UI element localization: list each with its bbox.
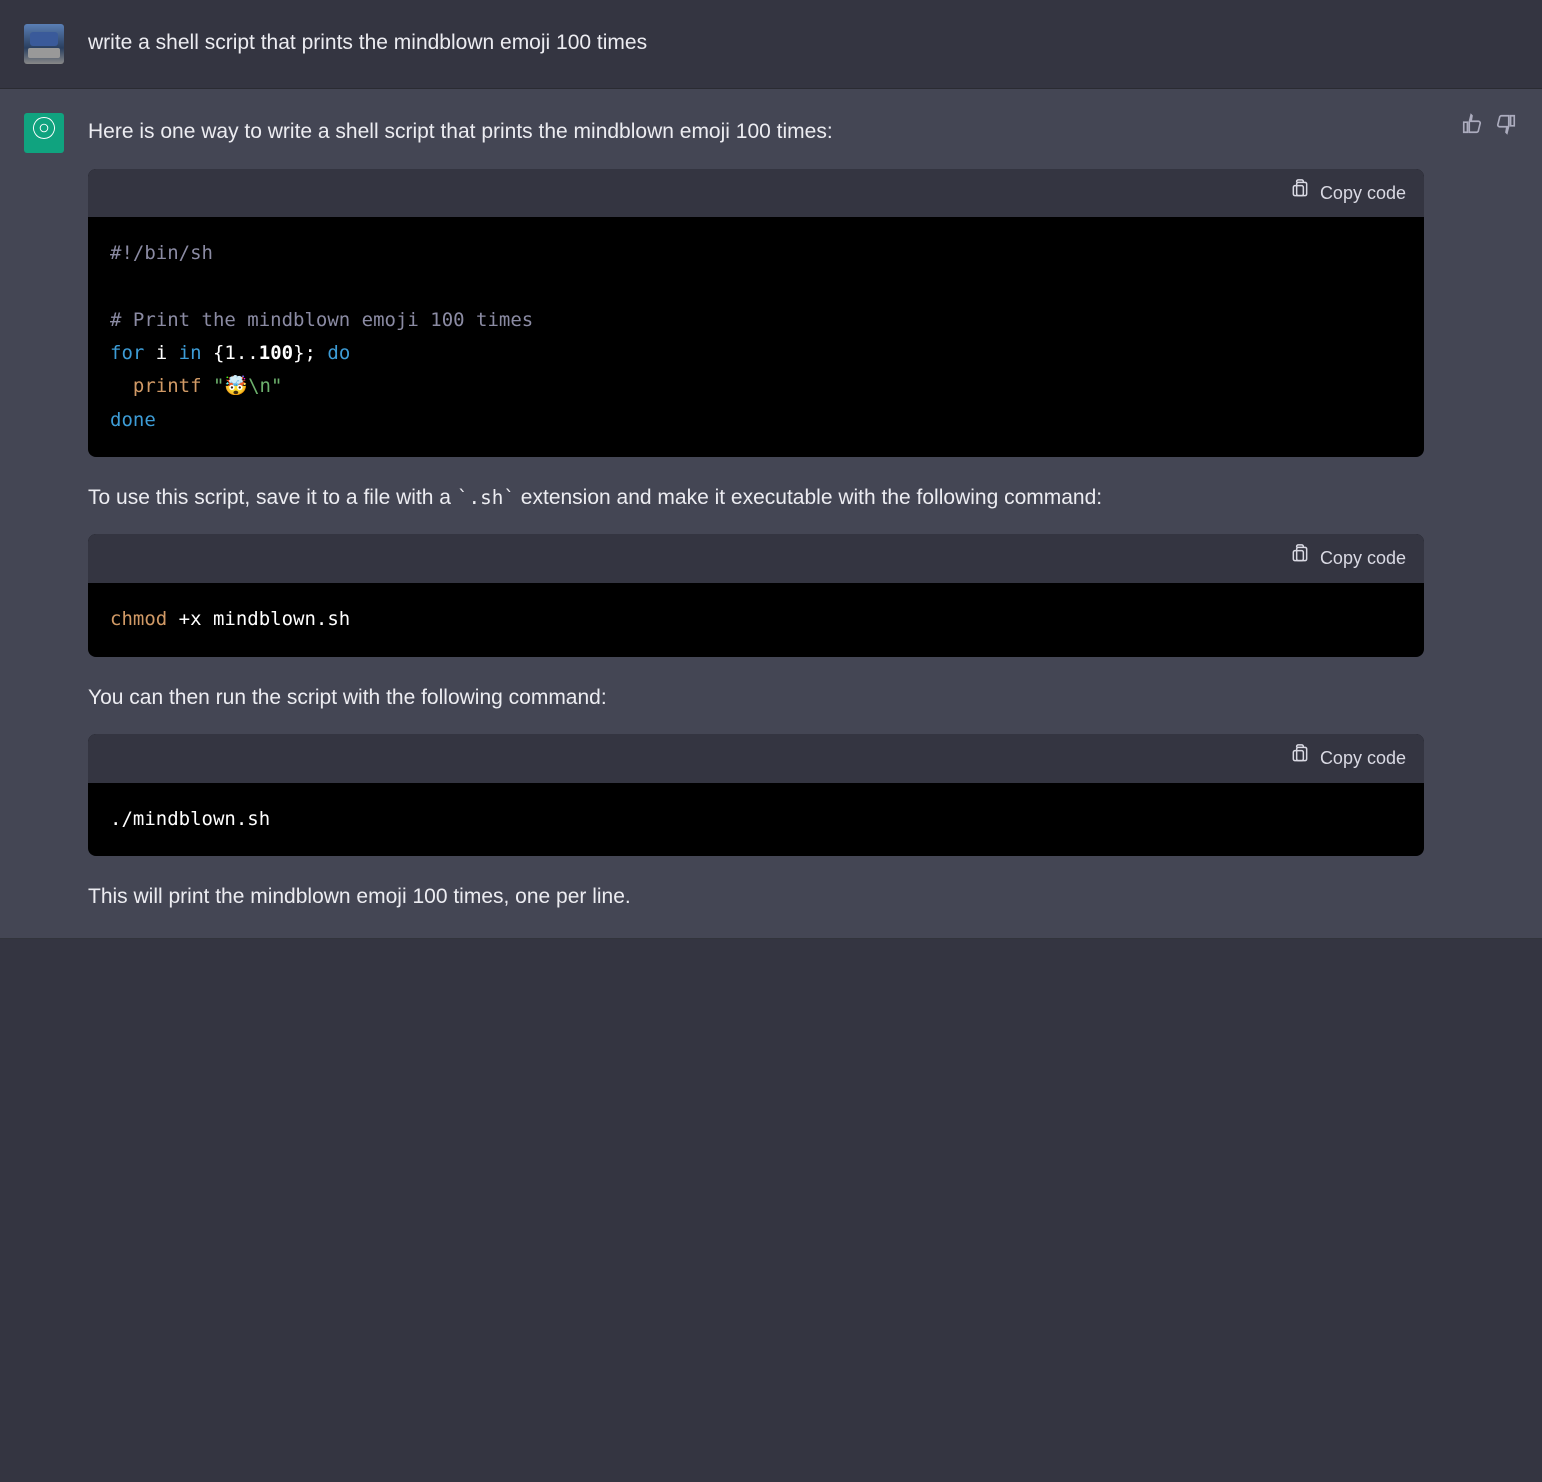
code-keyword-in: in — [179, 342, 202, 364]
copy-code-button[interactable]: Copy code — [1290, 544, 1406, 573]
code-range-close: }; — [293, 342, 327, 364]
code-shebang: #!/bin/sh — [110, 242, 213, 264]
para1-part-a: To use this script, save it to a file wi… — [88, 486, 457, 509]
code-keyword-for: for — [110, 342, 144, 364]
code-run-cmd: ./mindblown.sh — [110, 808, 270, 830]
code-block-run: Copy code ./mindblown.sh — [88, 734, 1424, 856]
user-message: write a shell script that prints the min… — [0, 0, 1542, 89]
para1-part-b: extension and make it executable with th… — [515, 486, 1102, 509]
thumbs-up-icon — [1461, 112, 1483, 146]
clipboard-icon — [1290, 544, 1310, 573]
assistant-para-2: You can then run the script with the fol… — [88, 681, 1424, 715]
code-content: chmod +x mindblown.sh — [88, 583, 1424, 656]
code-string-open: " — [202, 375, 225, 397]
user-prompt: write a shell script that prints the min… — [88, 26, 1518, 60]
code-block-chmod: Copy code chmod +x mindblown.sh — [88, 534, 1424, 656]
code-block-script: Copy code #!/bin/sh # Print the mindblow… — [88, 169, 1424, 457]
code-cmd-chmod: chmod — [110, 608, 167, 630]
copy-code-label: Copy code — [1320, 179, 1406, 208]
openai-logo-icon — [31, 115, 57, 152]
code-header: Copy code — [88, 734, 1424, 783]
code-content: #!/bin/sh # Print the mindblown emoji 10… — [88, 217, 1424, 457]
code-comment: # Print the mindblown emoji 100 times — [110, 309, 533, 331]
thumbs-up-button[interactable] — [1460, 117, 1484, 141]
clipboard-icon — [1290, 179, 1310, 208]
code-keyword-done: done — [110, 409, 156, 431]
assistant-intro: Here is one way to write a shell script … — [88, 115, 1424, 149]
assistant-message: Here is one way to write a shell script … — [0, 89, 1542, 939]
thumbs-down-icon — [1495, 112, 1517, 146]
inline-code-sh: `.sh` — [457, 486, 515, 509]
code-keyword-do: do — [327, 342, 350, 364]
code-builtin-printf: printf — [110, 375, 202, 397]
feedback-buttons — [1460, 113, 1518, 914]
copy-code-button[interactable]: Copy code — [1290, 179, 1406, 208]
assistant-avatar — [24, 113, 64, 153]
assistant-para-1: To use this script, save it to a file wi… — [88, 481, 1424, 515]
code-content: ./mindblown.sh — [88, 783, 1424, 856]
copy-code-label: Copy code — [1320, 544, 1406, 573]
user-avatar — [24, 24, 64, 64]
code-header: Copy code — [88, 169, 1424, 218]
code-string-close: " — [271, 375, 282, 397]
assistant-para-3: This will print the mindblown emoji 100 … — [88, 880, 1424, 914]
code-range-max: 100 — [259, 342, 293, 364]
user-message-text: write a shell script that prints the min… — [88, 24, 1518, 64]
code-range-open: {1.. — [202, 342, 259, 364]
code-chmod-args: +x mindblown.sh — [167, 608, 350, 630]
code-header: Copy code — [88, 534, 1424, 583]
code-newline: \n — [248, 375, 271, 397]
copy-code-button[interactable]: Copy code — [1290, 744, 1406, 773]
copy-code-label: Copy code — [1320, 744, 1406, 773]
clipboard-icon — [1290, 744, 1310, 773]
assistant-content: Here is one way to write a shell script … — [88, 113, 1424, 914]
code-emoji: 🤯 — [224, 375, 248, 397]
code-var-i: i — [144, 342, 178, 364]
thumbs-down-button[interactable] — [1494, 117, 1518, 141]
